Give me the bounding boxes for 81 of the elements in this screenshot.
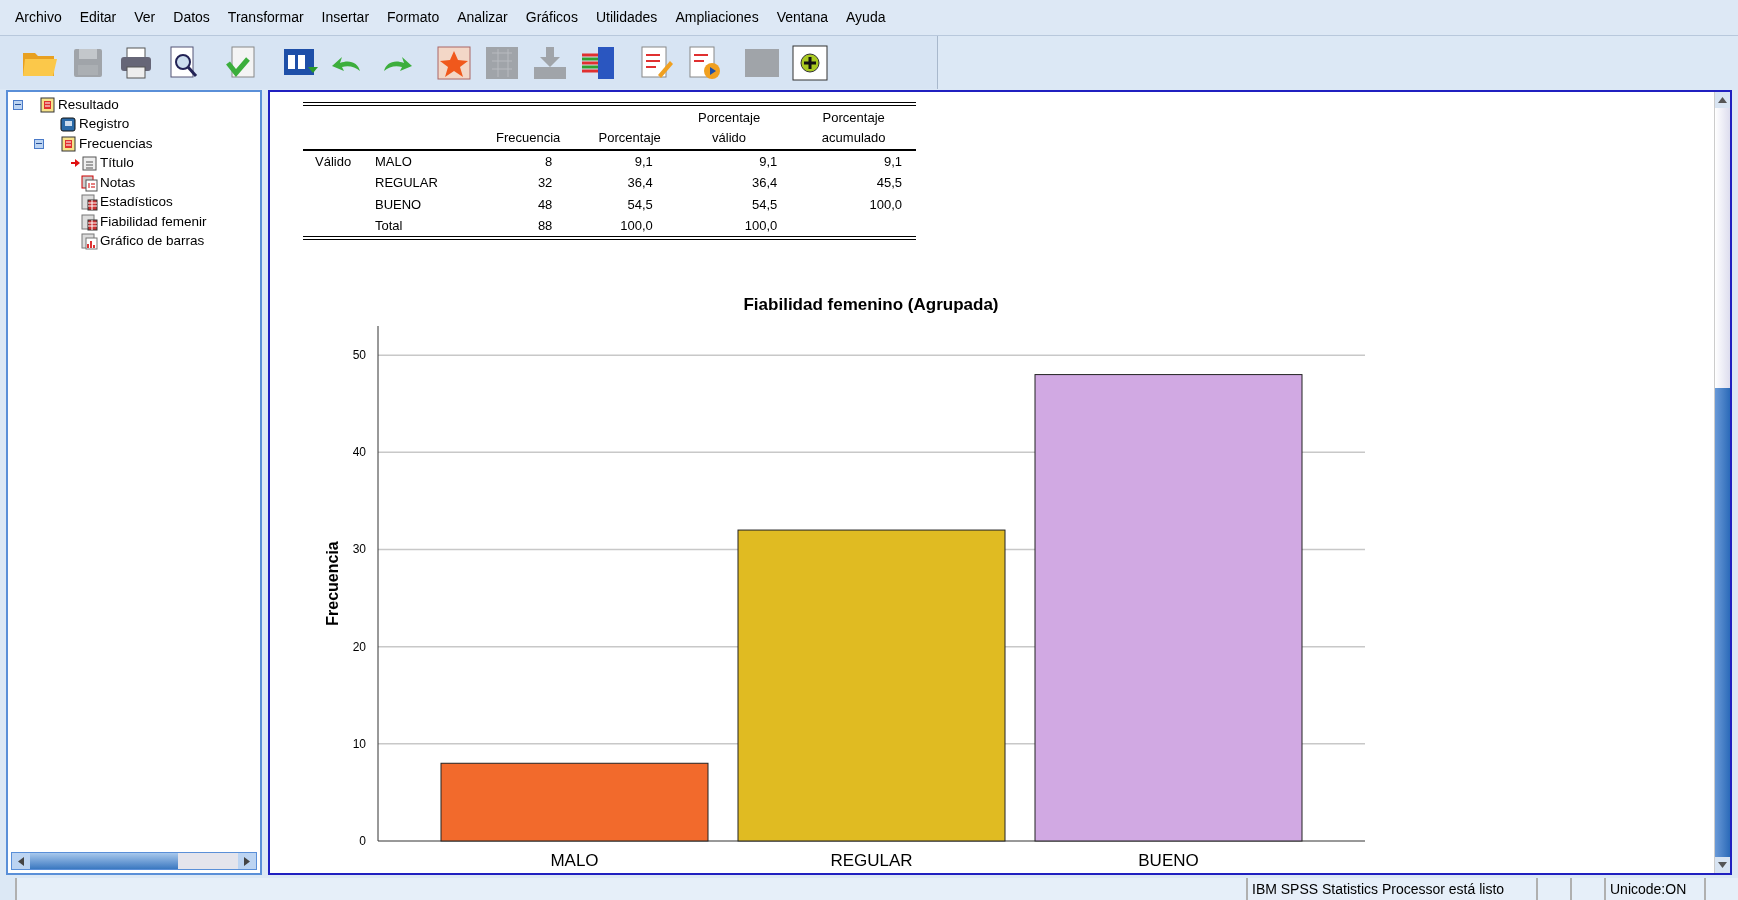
menu-item[interactable]: Utilidades	[586, 7, 667, 28]
tree-item[interactable]: Fiabilidad femenir	[100, 211, 207, 232]
y-tick-label: 40	[352, 445, 366, 460]
up-arrow-icon[interactable]	[1718, 97, 1727, 103]
table-cell: 9,1	[634, 153, 653, 169]
y-tick-label: 50	[352, 348, 366, 363]
binder-icon	[59, 115, 77, 134]
title-page-icon	[80, 154, 98, 173]
collapse-toggle[interactable]	[13, 99, 23, 110]
y-tick-label: 30	[352, 542, 366, 557]
row-label: REGULAR	[374, 174, 439, 193]
column-header: Porcentaje válido	[697, 109, 762, 147]
book-icon	[59, 134, 77, 153]
table-cell: 100,0	[869, 197, 902, 213]
tree-row[interactable]: Fiabilidad femenir	[10, 212, 260, 232]
notes-page-icon	[80, 173, 98, 192]
menu-item[interactable]: Ayuda	[837, 7, 895, 28]
table-cell: 48	[537, 197, 553, 213]
right-arrow-icon[interactable]	[244, 856, 250, 866]
tree-row[interactable]: Frecuencias	[10, 134, 260, 154]
tree-item[interactable]: Notas	[100, 172, 136, 193]
menu-item[interactable]: Editar	[70, 7, 126, 28]
table-cell: 100,0	[744, 218, 778, 234]
row-group-label: Válido	[315, 153, 352, 169]
table-cell: 100,0	[620, 218, 653, 234]
y-tick-label: 20	[352, 639, 366, 654]
row-label: BUENO	[374, 196, 423, 215]
column-header: Porcentaje acumulado	[820, 109, 887, 147]
row-label: Total	[373, 216, 463, 238]
horizontal-scrollbar[interactable]	[11, 852, 257, 870]
table-page-icon	[80, 193, 98, 212]
menu-item[interactable]: Datos	[164, 7, 219, 28]
menu-item[interactable]: Formato	[378, 7, 449, 28]
menu-item[interactable]: Gráficos	[516, 7, 587, 28]
menu-item[interactable]: Ampliaciones	[666, 7, 768, 28]
menu-item[interactable]: Ventana	[767, 7, 838, 28]
column-header: Porcentaje	[597, 128, 661, 147]
x-tick-label: BUENO	[1138, 851, 1199, 870]
book-icon	[38, 95, 56, 114]
tree-item[interactable]: Gráfico de barras	[100, 231, 205, 252]
menu-item[interactable]: Insertar	[312, 7, 379, 28]
tree-item[interactable]: Título	[100, 153, 134, 174]
y-tick-label: 10	[352, 736, 366, 751]
table-cell: 45,5	[876, 175, 902, 191]
menu-item[interactable]: Transformar	[218, 7, 313, 28]
table-cell: 9,1	[883, 153, 902, 169]
encoding-status: Unicode:ON	[1604, 878, 1704, 900]
status-message: IBM SPSS Statistics Processor está listo	[1246, 878, 1536, 900]
tree-row[interactable]: Notas	[10, 173, 260, 193]
left-arrow-icon[interactable]	[18, 856, 24, 866]
x-tick-label: MALO	[550, 851, 599, 870]
tree-row[interactable]: Registro	[10, 114, 260, 134]
tree-row[interactable]: Estadísticos	[10, 192, 260, 212]
menu-item[interactable]: Archivo	[6, 7, 71, 28]
table-cell: 36,4	[752, 175, 778, 191]
y-tick-label: 0	[359, 834, 366, 848]
down-arrow-icon[interactable]	[1718, 862, 1727, 868]
tree-item[interactable]: Registro	[79, 114, 130, 135]
tree-item[interactable]: Frecuencias	[79, 133, 153, 154]
table-cell: 88	[537, 218, 553, 234]
chart-title: Fiabilidad femenino (Agrupada)	[743, 296, 999, 314]
x-tick-label: REGULAR	[830, 851, 913, 870]
table-cell: 9,1	[759, 153, 778, 169]
tree-item[interactable]: Estadísticos	[100, 192, 173, 213]
table-cell: 8	[545, 153, 553, 169]
table-cell: 54,5	[752, 197, 778, 213]
menu-item[interactable]: Ver	[125, 7, 165, 28]
column-header: Frecuencia	[495, 128, 561, 147]
table-cell: 36,4	[627, 175, 653, 191]
collapse-toggle[interactable]	[34, 138, 44, 149]
table-page-icon	[80, 212, 98, 231]
tree-row[interactable]: Gráfico de barras	[10, 231, 260, 251]
y-axis-title: Frecuencia	[324, 541, 341, 626]
menu-item[interactable]: Analizar	[448, 7, 517, 28]
vertical-scrollbar[interactable]	[1714, 92, 1730, 873]
table-cell: 32	[537, 175, 553, 191]
tree-item[interactable]: Resultado	[58, 94, 119, 115]
tree-row[interactable]: Resultado	[10, 95, 260, 115]
table-cell: 54,5	[627, 197, 653, 213]
chart-page-icon	[80, 232, 98, 251]
row-label: MALO	[373, 150, 463, 172]
